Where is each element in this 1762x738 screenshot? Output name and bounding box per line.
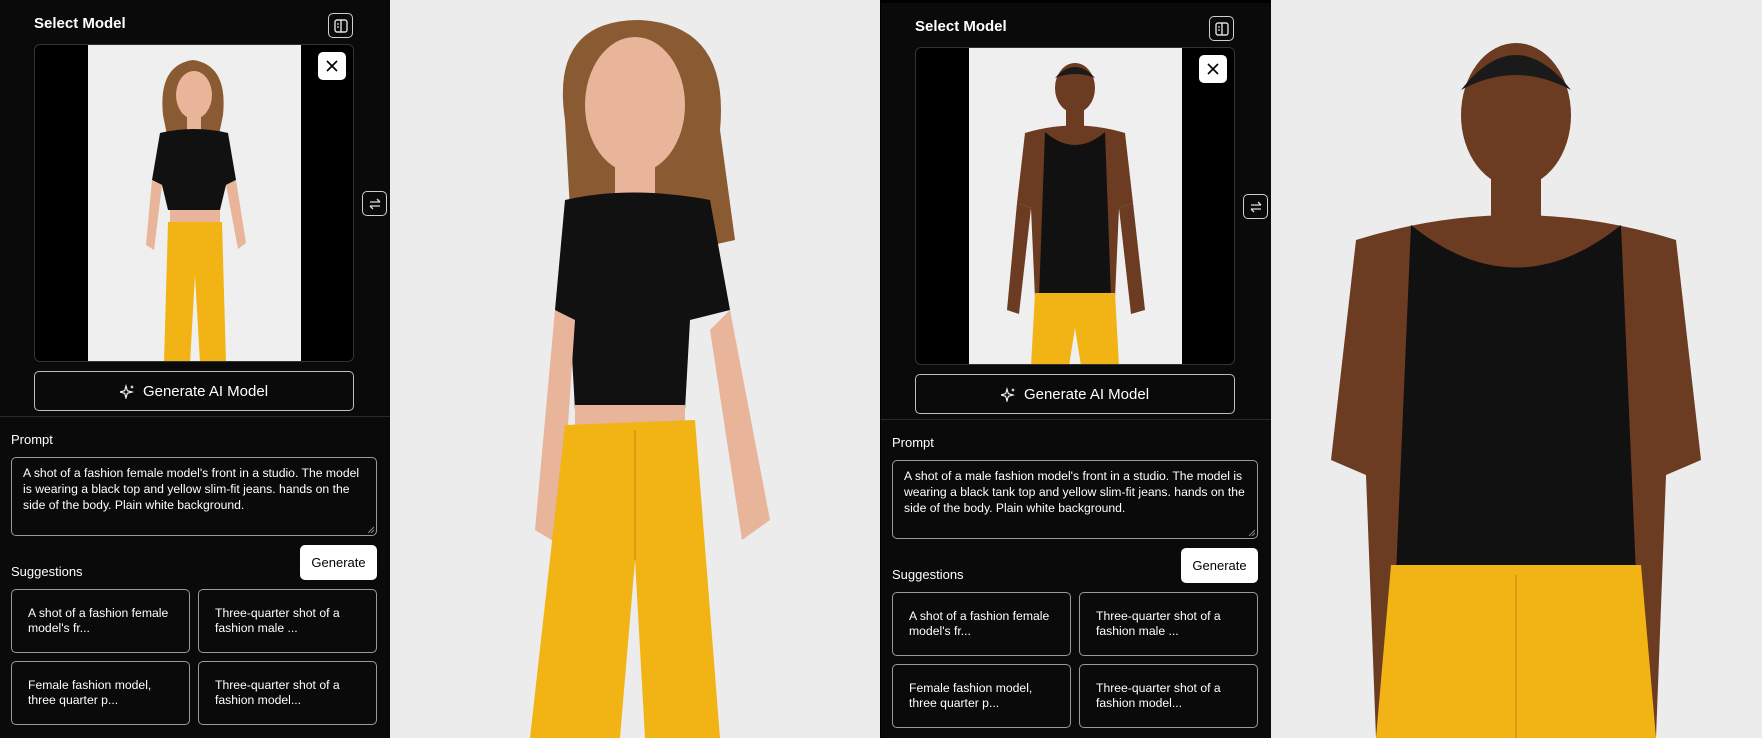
suggestion-card[interactable]: Female fashion model, three quarter p...: [892, 664, 1071, 728]
close-icon: [1207, 63, 1219, 75]
divider: [0, 416, 390, 417]
suggestion-card[interactable]: Female fashion model, three quarter p...: [11, 661, 190, 725]
suggestion-card[interactable]: Three-quarter shot of a fashion male ...: [198, 589, 377, 653]
model-panel-female: Select Model Generate AI Model Prompt A …: [0, 0, 390, 738]
sidebar-toggle-button[interactable]: [328, 13, 353, 38]
female-model-photo: [390, 0, 881, 738]
model-thumbnail[interactable]: [88, 45, 301, 361]
generate-ai-model-button[interactable]: Generate AI Model: [34, 371, 354, 411]
suggestion-card[interactable]: Three-quarter shot of a fashion male ...: [1079, 592, 1258, 656]
male-model-image: [1271, 0, 1762, 738]
swap-icon: [369, 198, 380, 209]
male-model-image: [969, 48, 1182, 364]
generate-ai-model-label: Generate AI Model: [1023, 385, 1150, 403]
swap-icon: [1250, 201, 1261, 212]
suggestion-card[interactable]: Three-quarter shot of a fashion model...: [1079, 664, 1258, 728]
suggestion-card[interactable]: A shot of a fashion female model's fr...: [11, 589, 190, 653]
sparkle-icon: [1000, 386, 1016, 402]
suggestion-text: Three-quarter shot of a fashion model...: [215, 678, 340, 707]
prompt-textarea[interactable]: A shot of a fashion female model's front…: [11, 457, 377, 536]
close-icon: [326, 60, 338, 72]
suggestion-text: Three-quarter shot of a fashion male ...: [215, 606, 340, 635]
suggestions-label: Suggestions: [11, 564, 83, 579]
suggestion-card[interactable]: A shot of a fashion female model's fr...: [892, 592, 1071, 656]
panel-title: Select Model: [915, 18, 1007, 35]
model-thumbnail[interactable]: [969, 48, 1182, 364]
prompt-textarea[interactable]: A shot of a male fashion model's front i…: [892, 460, 1258, 539]
prompt-text: A shot of a fashion female model's front…: [23, 466, 360, 512]
suggestions-label: Suggestions: [892, 567, 964, 582]
suggestion-text: Female fashion model, three quarter p...: [28, 678, 152, 707]
remove-model-button[interactable]: [318, 52, 346, 80]
suggestion-text: Three-quarter shot of a fashion model...: [1096, 681, 1221, 710]
sidebar-toggle-icon: [333, 18, 348, 33]
female-model-image: [390, 0, 881, 738]
model-preview: [915, 47, 1235, 365]
generate-button[interactable]: Generate: [300, 545, 377, 580]
suggestion-text: Female fashion model, three quarter p...: [909, 681, 1033, 710]
panel-title: Select Model: [34, 15, 126, 32]
remove-model-button[interactable]: [1199, 55, 1227, 83]
model-panel-male: Select Model Generate AI Model Prompt A …: [881, 3, 1271, 738]
suggestion-text: Three-quarter shot of a fashion male ...: [1096, 609, 1221, 638]
suggestion-text: A shot of a fashion female model's fr...: [28, 606, 169, 635]
sidebar-toggle-button[interactable]: [1209, 16, 1234, 41]
male-model-photo: [1271, 0, 1762, 738]
female-model-image: [88, 45, 301, 361]
swap-button[interactable]: [362, 191, 387, 216]
sparkle-icon: [119, 383, 135, 399]
prompt-label: Prompt: [892, 435, 934, 450]
resize-grip-icon[interactable]: [367, 526, 374, 533]
suggestion-text: A shot of a fashion female model's fr...: [909, 609, 1050, 638]
generate-ai-model-button[interactable]: Generate AI Model: [915, 374, 1235, 414]
suggestion-card[interactable]: Three-quarter shot of a fashion model...: [198, 661, 377, 725]
divider: [881, 419, 1271, 420]
prompt-label: Prompt: [11, 432, 53, 447]
swap-button[interactable]: [1243, 194, 1268, 219]
generate-ai-model-label: Generate AI Model: [142, 382, 269, 400]
sidebar-toggle-icon: [1214, 21, 1229, 36]
generate-button[interactable]: Generate: [1181, 548, 1258, 583]
model-preview: [34, 44, 354, 362]
prompt-text: A shot of a male fashion model's front i…: [904, 469, 1245, 515]
resize-grip-icon[interactable]: [1248, 529, 1255, 536]
